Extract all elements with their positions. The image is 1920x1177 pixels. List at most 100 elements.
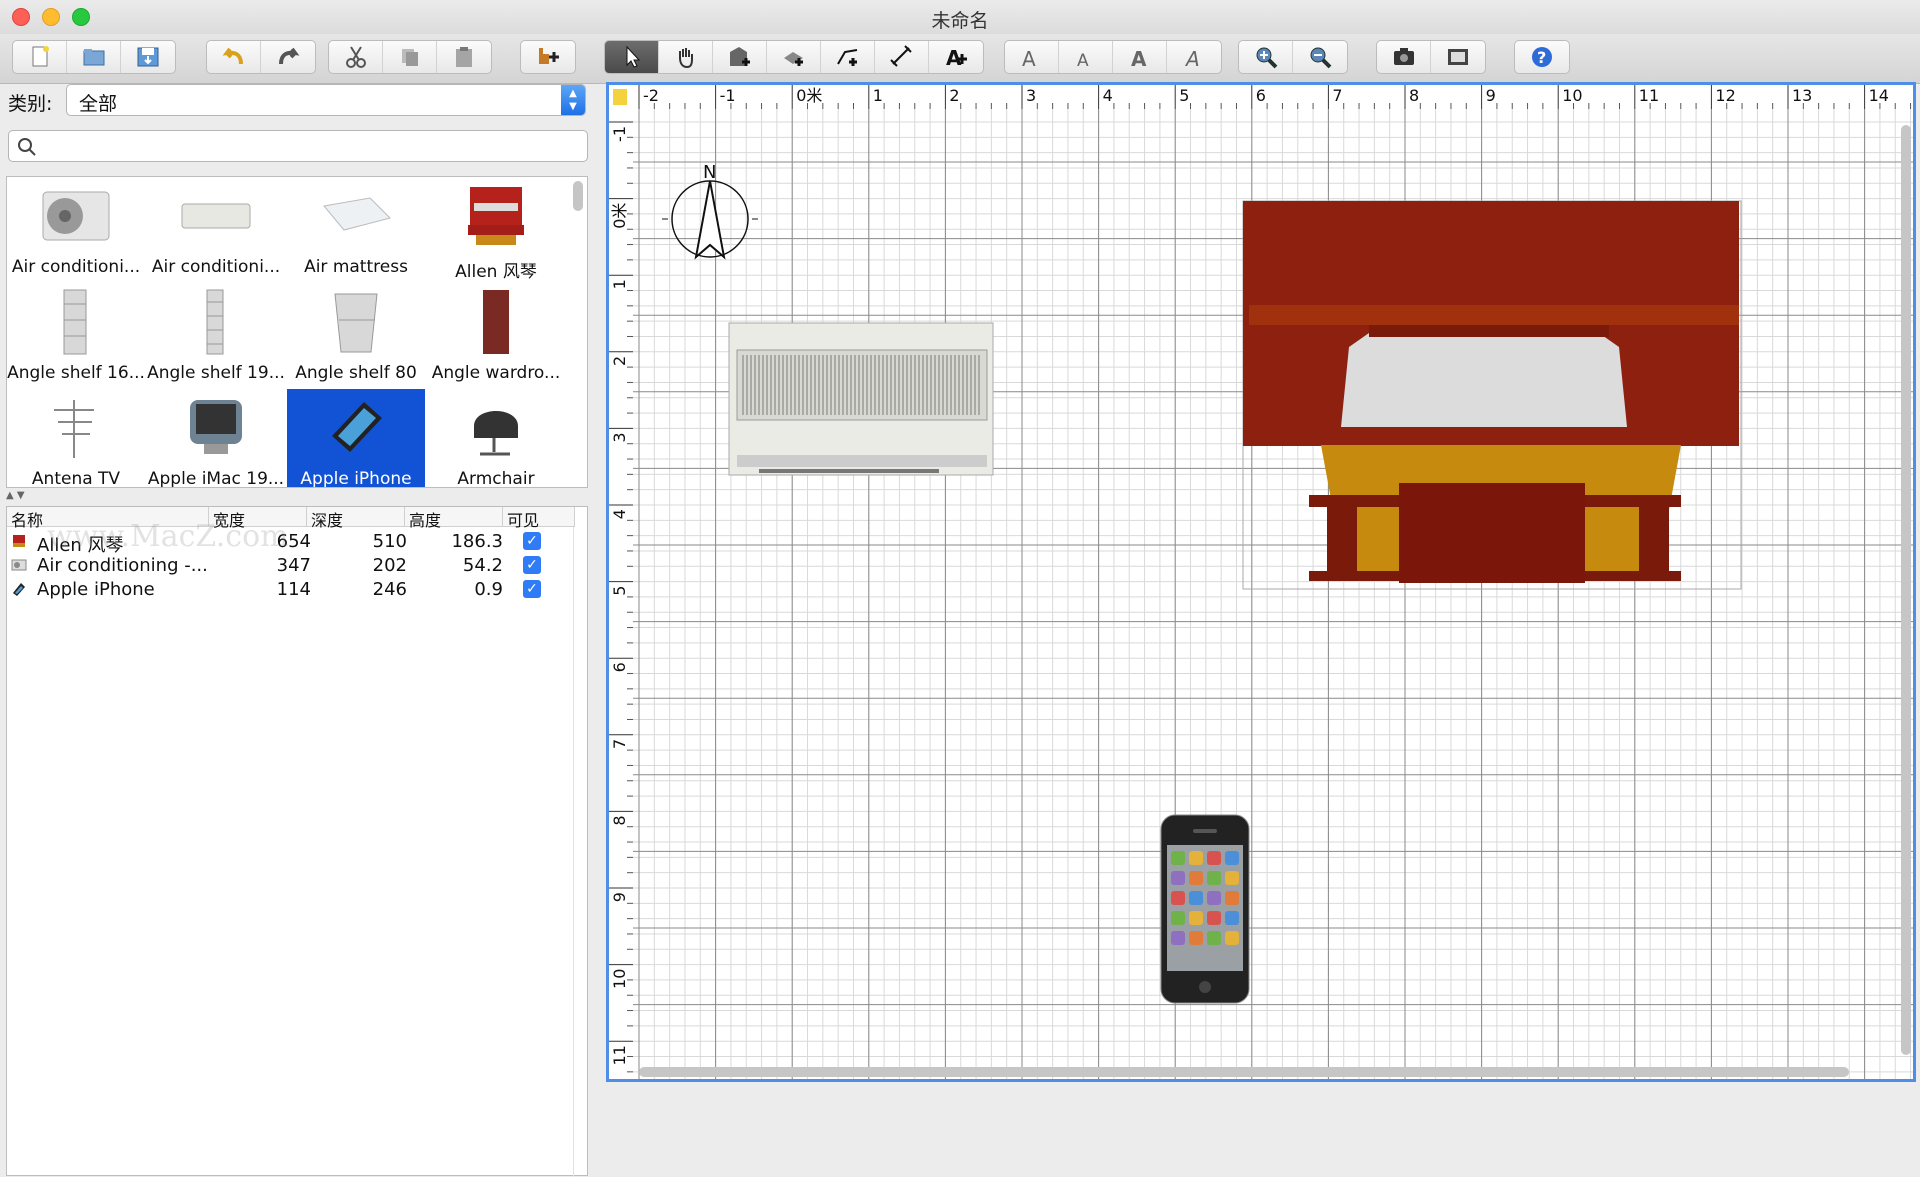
organ-object[interactable] (1242, 200, 1742, 590)
category-select[interactable]: 全部 ▲ ▼ (66, 84, 586, 116)
zoom-out-button[interactable] (1293, 41, 1347, 73)
catalog-item[interactable]: Angle shelf 16... (7, 283, 145, 389)
create-rooms-button[interactable] (767, 41, 821, 73)
row-height: 0.9 (474, 579, 503, 600)
table-row[interactable]: Apple iPhone 114 246 0.9 ✓ (7, 577, 577, 601)
cut-icon (345, 46, 366, 68)
save-file-button[interactable] (121, 41, 175, 73)
catalog-item[interactable]: Apple iMac 19... (147, 389, 285, 488)
visible-checkbox[interactable]: ✓ (523, 556, 541, 574)
catalog-item[interactable]: Air conditioni... (147, 177, 285, 283)
create-rooms-icon (783, 52, 803, 66)
cut-button[interactable] (329, 41, 383, 73)
create-video-button[interactable] (1431, 41, 1485, 73)
ruler-label: 8 (1409, 86, 1419, 105)
column-header-width[interactable]: 宽度 (209, 507, 307, 530)
main-toolbar: A A A A A ? (0, 34, 1920, 84)
catalog-item-label: Angle wardro... (431, 363, 561, 383)
zoom-group (1238, 40, 1348, 74)
ruler-label: 5 (610, 586, 629, 596)
compass-icon[interactable]: N (662, 162, 758, 260)
ruler-label: 7 (1332, 86, 1342, 105)
file-group (12, 40, 176, 74)
new-file-icon (32, 46, 49, 67)
catalog-item[interactable]: Angle shelf 80 (287, 283, 425, 389)
italic-text-button[interactable]: A (1167, 41, 1221, 73)
air-conditioner-object[interactable] (728, 322, 994, 476)
catalog-item-label: Armchair (457, 469, 535, 488)
table-row[interactable]: Air conditioning -... 347 202 54.2 ✓ (7, 553, 577, 577)
decrease-text-size-button[interactable]: A (1059, 41, 1113, 73)
iphone-object[interactable] (1160, 814, 1250, 1004)
decrease-text-size-icon: A (1077, 51, 1089, 70)
catalog-item[interactable]: Air conditioni... (7, 177, 145, 283)
search-input[interactable] (8, 130, 588, 162)
ruler-label: 1 (873, 86, 883, 105)
create-photo-icon (1393, 48, 1414, 65)
create-photo-button[interactable] (1377, 41, 1431, 73)
table-scrollbar[interactable] (573, 527, 587, 1177)
plan-view[interactable]: -2 -1 0米 1 2 3 4 5 6 7 8 9 10 11 12 13 14 -1 0米 1 2 3 4 5 6 7 8 9 1… (606, 82, 1916, 1082)
organ-icon (451, 181, 541, 251)
catalog-item-selected[interactable]: Apple iPhone (287, 389, 425, 488)
zoom-in-button[interactable] (1239, 41, 1293, 73)
visible-checkbox[interactable]: ✓ (523, 580, 541, 598)
ruler-label: 1 (610, 279, 629, 289)
visible-checkbox[interactable]: ✓ (523, 532, 541, 550)
add-text-button[interactable]: A (929, 41, 983, 73)
add-text-icon: A (946, 46, 967, 70)
plan-horizontal-scrollbar[interactable] (639, 1067, 1849, 1077)
select-arrow-icon (626, 45, 640, 68)
ruler-label: -1 (610, 126, 629, 142)
redo-button[interactable] (261, 41, 315, 73)
paste-button[interactable] (437, 41, 491, 73)
open-file-button[interactable] (67, 41, 121, 73)
bold-text-button[interactable]: A (1113, 41, 1167, 73)
column-header-depth[interactable]: 深度 (307, 507, 405, 530)
title-bar: 未命名 (0, 0, 1920, 34)
plan-vertical-scrollbar[interactable] (1901, 125, 1911, 1055)
angle-shelf-icon (31, 287, 121, 357)
add-furniture-button[interactable] (521, 41, 575, 73)
catalog-item[interactable]: Armchair (427, 389, 565, 488)
copy-button[interactable] (383, 41, 437, 73)
column-header-name[interactable]: 名称 (7, 507, 209, 530)
category-label: 类别: (8, 93, 53, 115)
catalog-item-label: Apple iMac 19... (147, 469, 285, 488)
create-dimensions-button[interactable] (875, 41, 929, 73)
catalog-item[interactable]: Allen 风琴 (427, 177, 565, 283)
plan-canvas[interactable]: -2 -1 0米 1 2 3 4 5 6 7 8 9 10 11 12 13 14 -10米1234567891… (609, 85, 1913, 1079)
column-header-height[interactable]: 高度 (405, 507, 503, 530)
chevron-updown-icon: ▲ ▼ (561, 85, 585, 115)
split-divider[interactable]: ▲ ▼ (6, 490, 588, 504)
pan-mode-button[interactable] (659, 41, 713, 73)
catalog-item-label: Apple iPhone (300, 469, 412, 488)
redo-icon (279, 47, 300, 65)
svg-text:?: ? (1537, 48, 1546, 67)
armchair-icon (451, 393, 541, 463)
catalog-item[interactable]: Angle wardro... (427, 283, 565, 389)
catalog-grid[interactable]: Air conditioni... Air conditioni... Air … (6, 176, 588, 488)
catalog-item[interactable]: Air mattress (287, 177, 425, 283)
create-video-icon (1448, 49, 1468, 65)
help-icon: ? (1532, 47, 1552, 67)
catalog-item-label: Air conditioni... (11, 257, 141, 277)
new-file-button[interactable] (13, 41, 67, 73)
increase-text-size-icon: A (1022, 47, 1036, 70)
catalog-item[interactable]: Antena TV (7, 389, 145, 487)
create-polylines-button[interactable] (821, 41, 875, 73)
catalog-scrollbar[interactable] (573, 181, 583, 211)
increase-text-size-button[interactable]: A (1005, 41, 1059, 73)
ruler-label: -2 (643, 86, 659, 105)
undo-button[interactable] (207, 41, 261, 73)
catalog-item[interactable]: Angle shelf 19... (147, 283, 285, 389)
catalog-item-label: Air mattress (304, 257, 408, 277)
column-header-visible[interactable]: 可见 (503, 507, 575, 530)
select-mode-button[interactable] (605, 41, 659, 73)
air-conditioner-icon (11, 559, 27, 571)
table-row[interactable]: Allen 风琴 654 510 186.3 ✓ (7, 529, 577, 556)
help-button[interactable]: ? (1515, 41, 1569, 73)
open-file-icon (83, 49, 104, 66)
create-walls-button[interactable] (713, 41, 767, 73)
category-value: 全部 (79, 93, 118, 115)
